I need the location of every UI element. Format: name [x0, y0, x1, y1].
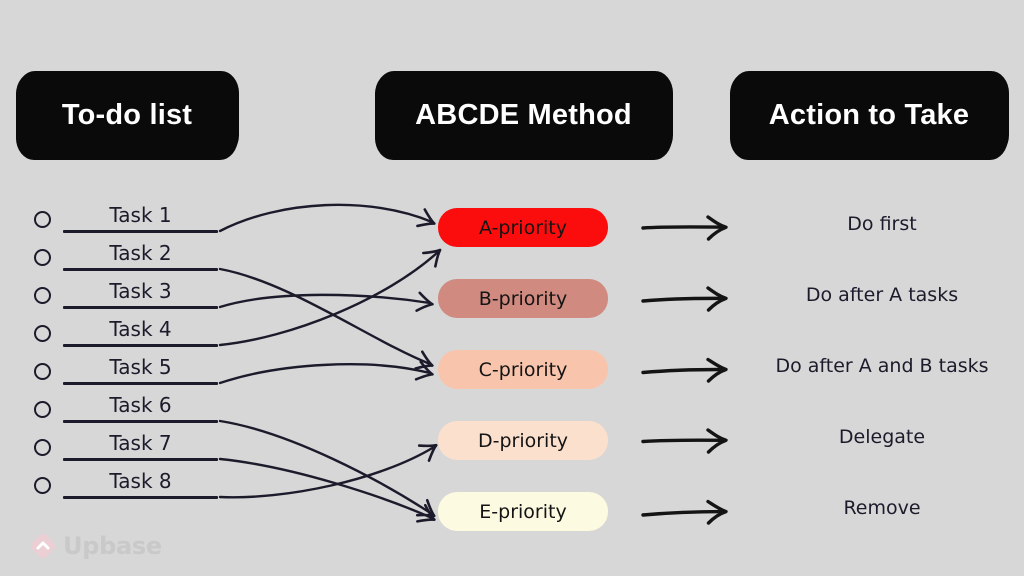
- task-checkbox-icon[interactable]: [34, 477, 51, 494]
- task-checkbox-icon[interactable]: [34, 211, 51, 228]
- upbase-watermark: Upbase: [30, 532, 162, 560]
- list-item[interactable]: Task 6: [34, 393, 224, 431]
- task-checkbox-icon[interactable]: [34, 287, 51, 304]
- task-underline: [63, 306, 218, 309]
- task-underline: [63, 344, 218, 347]
- task-underline: [63, 458, 218, 461]
- priority-box-c-label: C-priority: [478, 358, 568, 381]
- action-label: Do first: [847, 213, 917, 235]
- task-label: Task 5: [109, 355, 172, 379]
- task-checkbox-icon[interactable]: [34, 249, 51, 266]
- action-label: Remove: [843, 497, 921, 519]
- list-item[interactable]: Task 7: [34, 431, 224, 469]
- list-item[interactable]: Task 2: [34, 241, 224, 279]
- priority-box-b-label: B-priority: [478, 287, 568, 310]
- action-row-a: Do first: [640, 207, 1024, 247]
- arrow-right-icon: [641, 357, 728, 383]
- list-item[interactable]: Task 3: [34, 279, 224, 317]
- priority-box-c[interactable]: C-priority: [438, 350, 608, 389]
- task-label: Task 6: [109, 393, 172, 417]
- upbase-logo-icon: [30, 533, 56, 559]
- priority-box-e[interactable]: E-priority: [438, 492, 608, 531]
- arrow-right-icon: [641, 286, 728, 312]
- arrow-right-icon: [641, 499, 728, 525]
- upbase-watermark-label: Upbase: [63, 532, 162, 560]
- task-label: Task 8: [109, 469, 172, 493]
- task-checkbox-icon[interactable]: [34, 439, 51, 456]
- list-item[interactable]: Task 1: [34, 203, 224, 241]
- task-label: Task 3: [109, 279, 172, 303]
- task-label: Task 4: [109, 317, 172, 341]
- list-item[interactable]: Task 5: [34, 355, 224, 393]
- priority-box-b[interactable]: B-priority: [438, 279, 608, 318]
- priority-box-d-label: D-priority: [477, 429, 569, 452]
- action-label: Do after A and B tasks: [775, 355, 989, 377]
- action-label: Do after A tasks: [805, 284, 959, 306]
- task-underline: [63, 230, 218, 233]
- priority-box-d[interactable]: D-priority: [438, 421, 608, 460]
- arrow-right-icon: [641, 428, 728, 454]
- task-underline: [63, 420, 218, 423]
- arrow-right-icon: [641, 215, 728, 241]
- column-header-abcde-method: ABCDE Method: [375, 72, 672, 158]
- task-label: Task 7: [109, 431, 172, 455]
- action-row-e: Remove: [640, 491, 1024, 531]
- column-header-action-to-take-label: Action to Take: [768, 98, 970, 131]
- list-item[interactable]: Task 4: [34, 317, 224, 355]
- priority-box-e-label: E-priority: [479, 500, 567, 523]
- task-checkbox-icon[interactable]: [34, 325, 51, 342]
- list-item[interactable]: Task 8: [34, 469, 224, 507]
- task-underline: [63, 268, 218, 271]
- todo-list: Task 1 Task 2 Task 3 Task 4 Task 5 Task …: [0, 0, 300, 576]
- action-row-b: Do after A tasks: [640, 278, 1024, 318]
- action-row-c: Do after A and B tasks: [640, 349, 1024, 389]
- priority-box-a[interactable]: A-priority: [438, 208, 608, 247]
- task-underline: [63, 496, 218, 499]
- task-label: Task 2: [109, 241, 172, 265]
- task-underline: [63, 382, 218, 385]
- task-label: Task 1: [109, 203, 172, 227]
- task-checkbox-icon[interactable]: [34, 363, 51, 380]
- column-header-abcde-method-label: ABCDE Method: [415, 98, 632, 131]
- diagram-canvas: To-do list ABCDE Method Action to Take T…: [0, 0, 1024, 576]
- task-checkbox-icon[interactable]: [34, 401, 51, 418]
- action-label: Delegate: [838, 426, 926, 448]
- priority-box-a-label: A-priority: [479, 216, 567, 239]
- action-row-d: Delegate: [640, 420, 1024, 460]
- column-header-action-to-take: Action to Take: [730, 72, 1008, 158]
